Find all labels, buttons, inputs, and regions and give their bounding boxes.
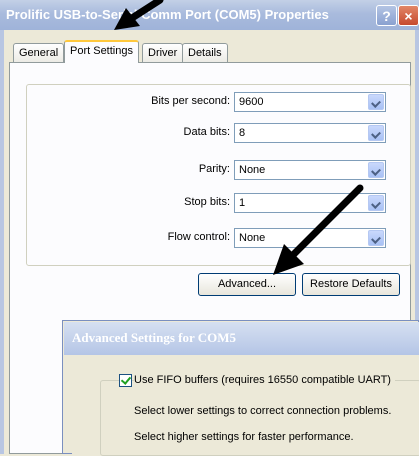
fifo-checkbox-label[interactable]: Use FIFO buffers (requires 16550 compati… <box>134 374 395 386</box>
advanced-button[interactable]: Advanced... <box>198 273 296 296</box>
flow-control-select[interactable]: None <box>234 228 386 248</box>
data-bits-label: Data bits: <box>183 126 230 138</box>
tab-general[interactable]: General <box>13 43 65 62</box>
bits-per-second-value: 9600 <box>239 96 264 108</box>
window-frame-left <box>0 30 4 454</box>
hint-lower-text: Select lower settings to correct connect… <box>134 405 392 417</box>
chevron-down-icon[interactable] <box>368 195 384 211</box>
chevron-down-icon[interactable] <box>368 125 384 141</box>
fifo-checkbox[interactable] <box>119 374 132 387</box>
chevron-down-icon[interactable] <box>368 230 384 246</box>
parity-select[interactable]: None <box>234 160 386 180</box>
chevron-down-icon[interactable] <box>368 94 384 110</box>
chevron-down-icon[interactable] <box>368 162 384 178</box>
stop-bits-label: Stop bits: <box>184 196 230 208</box>
data-bits-value: 8 <box>239 127 246 139</box>
close-button[interactable]: × <box>398 5 419 26</box>
parity-value: None <box>239 164 266 176</box>
tab-port-settings[interactable]: Port Settings <box>64 40 139 63</box>
parity-label: Parity: <box>198 163 230 175</box>
bits-per-second-label: Bits per second: <box>151 95 230 107</box>
stop-bits-value: 1 <box>239 197 246 209</box>
window-title: Prolific USB-to-Serial Comm Port (COM5) … <box>6 7 329 22</box>
stop-bits-select[interactable]: 1 <box>234 193 386 213</box>
bits-per-second-select[interactable]: 9600 <box>234 92 386 112</box>
tab-driver[interactable]: Driver <box>142 43 184 62</box>
help-button[interactable]: ? <box>376 5 397 26</box>
advanced-window-title: Advanced Settings for COM5 <box>72 330 237 345</box>
flow-control-value: None <box>239 232 266 244</box>
data-bits-select[interactable]: 8 <box>234 123 386 143</box>
flow-control-label: Flow control: <box>167 231 230 243</box>
tab-details[interactable]: Details <box>182 43 228 62</box>
hint-higher-text: Select higher settings for faster perfor… <box>134 431 354 443</box>
fifo-group-box <box>100 380 419 456</box>
restore-defaults-button[interactable]: Restore Defaults <box>302 273 400 296</box>
